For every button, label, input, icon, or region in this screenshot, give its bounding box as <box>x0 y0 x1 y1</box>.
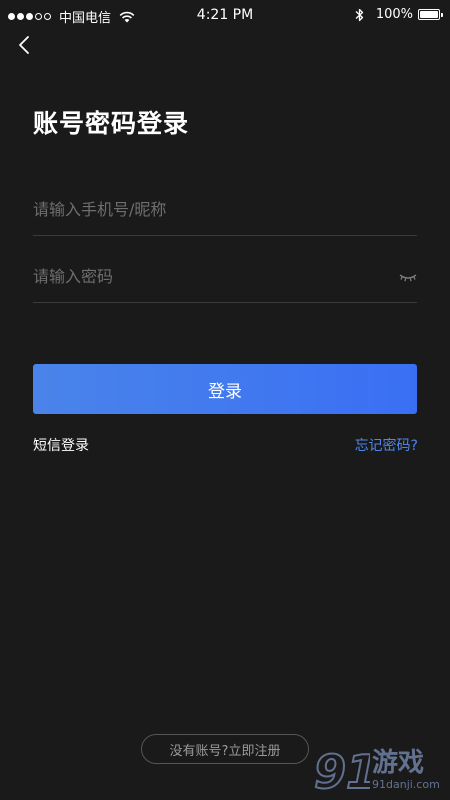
password-field <box>33 251 417 303</box>
register-prompt: 没有账号? <box>169 743 229 759</box>
account-field <box>33 184 417 236</box>
battery-icon <box>418 9 443 20</box>
password-input[interactable] <box>33 251 417 302</box>
login-button[interactable]: 登录 <box>33 364 417 414</box>
back-button[interactable] <box>12 32 36 58</box>
watermark-91-logo: 91 <box>313 744 379 800</box>
battery-percentage: 100% <box>375 7 413 22</box>
watermark-url: 91danji.com <box>372 778 440 791</box>
status-bar: 中国电信 4:21 PM 100% <box>0 0 450 32</box>
battery-fill <box>420 11 438 18</box>
sms-login-link[interactable]: 短信登录 <box>33 435 89 455</box>
watermark-logo: 91 游戏 91danji.com <box>312 740 442 800</box>
account-input[interactable] <box>33 184 417 235</box>
watermark-logo-number: 91 <box>314 745 370 796</box>
register-button[interactable]: 没有账号? 立即注册 <box>141 734 309 764</box>
watermark-text: 游戏 <box>372 748 425 778</box>
register-action: 立即注册 <box>228 743 281 759</box>
forgot-password-link[interactable]: 忘记密码? <box>355 435 418 455</box>
page-title: 账号密码登录 <box>33 109 190 138</box>
chevron-left-icon <box>19 36 29 54</box>
eye-closed-icon[interactable] <box>399 270 417 284</box>
bluetooth-icon <box>355 8 363 21</box>
status-right: 100% <box>355 7 443 22</box>
